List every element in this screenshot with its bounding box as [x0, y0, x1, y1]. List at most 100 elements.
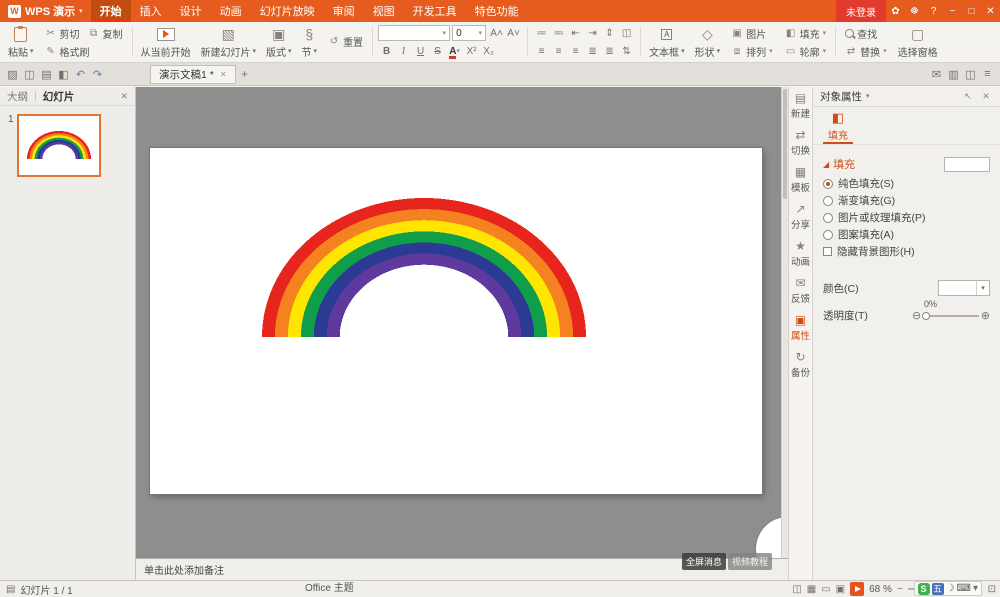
- fill-option-radio[interactable]: 渐变填充(G): [823, 192, 990, 209]
- menu-tab[interactable]: 动画: [211, 0, 251, 22]
- tool-strip-item[interactable]: ▤ 新建: [789, 87, 812, 124]
- print-preview-icon[interactable]: ◧: [55, 65, 72, 83]
- keyboard-icon[interactable]: ⌨: [957, 583, 971, 594]
- tab-outline[interactable]: 大纲: [7, 89, 28, 104]
- italic-button[interactable]: I: [395, 43, 412, 59]
- menu-tab[interactable]: 视图: [364, 0, 404, 22]
- minimize-button[interactable]: −: [943, 0, 962, 22]
- decrease-font-button[interactable]: A˅: [505, 25, 522, 41]
- tool-strip-item[interactable]: ↗ 分享: [789, 198, 812, 235]
- moon-icon[interactable]: ☽: [946, 583, 955, 594]
- fill-option-radio[interactable]: 图案填充(A): [823, 226, 990, 243]
- replace-button[interactable]: ⇄ 替换 ▾: [841, 43, 891, 59]
- font-color-button[interactable]: A ▾: [446, 43, 463, 59]
- picture-button[interactable]: ▣ 图片: [727, 25, 770, 41]
- close-button[interactable]: ✕: [981, 0, 1000, 22]
- fill-value-input[interactable]: [944, 156, 990, 172]
- bold-button[interactable]: B: [378, 43, 395, 59]
- play-slideshow-button[interactable]: [850, 582, 865, 596]
- new-document-tab-button[interactable]: +: [236, 65, 254, 83]
- underline-button[interactable]: U: [412, 43, 429, 59]
- fit-to-window-icon[interactable]: ⊡: [988, 584, 996, 595]
- layout-button[interactable]: ▣ 版式 ▾: [261, 23, 297, 61]
- reading-view-icon[interactable]: ▭: [821, 584, 830, 595]
- color-dropdown[interactable]: ▾: [938, 280, 990, 296]
- ime-mode-badge[interactable]: 五: [931, 582, 944, 595]
- bullets-button[interactable]: ≔: [533, 25, 550, 41]
- slide-sorter-view-icon[interactable]: ▦: [807, 584, 816, 595]
- format-painter-button[interactable]: ✎ 格式刷: [41, 43, 94, 59]
- reset-button[interactable]: ↺ 重置: [324, 33, 367, 49]
- font-family-combo[interactable]: ▾: [378, 25, 451, 41]
- undock-icon[interactable]: ↖: [961, 91, 975, 102]
- vertical-scrollbar[interactable]: [781, 87, 788, 558]
- align-center-button[interactable]: ≡: [550, 43, 567, 59]
- maximize-button[interactable]: □: [962, 0, 981, 22]
- section-button[interactable]: § 节 ▾: [297, 23, 323, 61]
- tool-strip-item[interactable]: ✉ 反馈: [789, 272, 812, 309]
- slideshow-view-icon[interactable]: ▣: [836, 584, 845, 595]
- close-panel-icon[interactable]: ✕: [979, 91, 993, 102]
- print-icon[interactable]: ▤: [38, 65, 55, 83]
- settings-gear-icon[interactable]: ☸: [905, 0, 924, 22]
- properties-tab-fill[interactable]: ◧ 填充: [823, 110, 853, 144]
- document-tab[interactable]: 演示文稿1 * ✕: [150, 64, 236, 84]
- tray-caret-icon[interactable]: ▾: [973, 583, 978, 594]
- transparency-slider[interactable]: 0% ⊖ ⊕: [912, 299, 990, 322]
- columns-button[interactable]: ◫: [618, 25, 635, 41]
- tool-strip-item[interactable]: ★ 动画: [789, 235, 812, 272]
- message-icon[interactable]: ✉: [928, 65, 945, 83]
- menu-tab[interactable]: 开始: [90, 0, 131, 22]
- menu-tab[interactable]: 设计: [171, 0, 211, 22]
- plus-circle-icon[interactable]: ⊕: [981, 309, 990, 322]
- cut-button[interactable]: ✂ 剪切: [41, 25, 84, 41]
- app-logo[interactable]: W WPS 演示 ▾: [0, 0, 91, 22]
- slide-thumbnail[interactable]: [16, 114, 101, 177]
- slide-canvas[interactable]: [150, 148, 762, 494]
- login-button[interactable]: 未登录: [836, 0, 886, 22]
- numbering-button[interactable]: ≕: [550, 25, 567, 41]
- notes-toggle-icon[interactable]: ▤: [6, 584, 15, 595]
- find-button[interactable]: 查找: [841, 25, 881, 41]
- zoom-out-icon[interactable]: −: [897, 584, 903, 595]
- skin-icon[interactable]: ✿: [886, 0, 905, 22]
- textbox-button[interactable]: A 文本框 ▾: [644, 23, 690, 61]
- menu-tab[interactable]: 审阅: [324, 0, 364, 22]
- menu-tab[interactable]: 特色功能: [466, 0, 528, 22]
- justify-button[interactable]: ≣: [584, 43, 601, 59]
- fill-option-radio[interactable]: 纯色填充(S): [823, 175, 990, 192]
- more-menu-icon[interactable]: ≡: [979, 65, 996, 83]
- document-tab-close-icon[interactable]: ✕: [220, 70, 227, 79]
- menu-tab[interactable]: 插入: [131, 0, 171, 22]
- strikethrough-button[interactable]: S: [429, 43, 446, 59]
- fill-button[interactable]: ◧ 填充 ▾: [781, 25, 831, 41]
- redo-icon[interactable]: ↷: [89, 65, 106, 83]
- panel-layout-icon[interactable]: ▥: [945, 65, 962, 83]
- fill-option-radio[interactable]: 图片或纹理填充(P): [823, 209, 990, 226]
- decrease-indent-button[interactable]: ⇤: [567, 25, 584, 41]
- selection-pane-button[interactable]: ▢ 选择窗格: [893, 23, 943, 61]
- copy-button[interactable]: ⧉ 复制: [84, 25, 127, 41]
- align-left-button[interactable]: ≡: [533, 43, 550, 59]
- play-from-current-button[interactable]: 从当前开始: [136, 23, 196, 61]
- menu-tab[interactable]: 开发工具: [404, 0, 466, 22]
- open-icon[interactable]: ▨: [4, 65, 21, 83]
- ime-logo-icon[interactable]: S: [917, 582, 930, 595]
- superscript-button[interactable]: X²: [463, 43, 480, 59]
- normal-view-icon[interactable]: ◫: [792, 584, 801, 595]
- shapes-button[interactable]: ◇ 形状 ▾: [690, 23, 726, 61]
- arrange-button[interactable]: ⧈ 排列 ▾: [727, 43, 777, 59]
- align-right-button[interactable]: ≡: [567, 43, 584, 59]
- new-slide-button[interactable]: ▧ 新建幻灯片 ▾: [196, 23, 262, 61]
- increase-font-button[interactable]: A˄: [488, 25, 505, 41]
- increase-indent-button[interactable]: ⇥: [584, 25, 601, 41]
- subscript-button[interactable]: X₂: [480, 43, 497, 59]
- tab-slides[interactable]: 幻灯片: [43, 89, 75, 104]
- rainbow-shape[interactable]: [262, 198, 586, 337]
- tool-strip-item[interactable]: ↻ 备份: [789, 346, 812, 383]
- hide-background-checkbox[interactable]: 隐藏背景图形(H): [823, 243, 990, 260]
- text-direction-button[interactable]: ⇅: [618, 43, 635, 59]
- slider-thumb[interactable]: [922, 311, 931, 320]
- save-icon[interactable]: ◫: [21, 65, 38, 83]
- window-split-icon[interactable]: ◫: [962, 65, 979, 83]
